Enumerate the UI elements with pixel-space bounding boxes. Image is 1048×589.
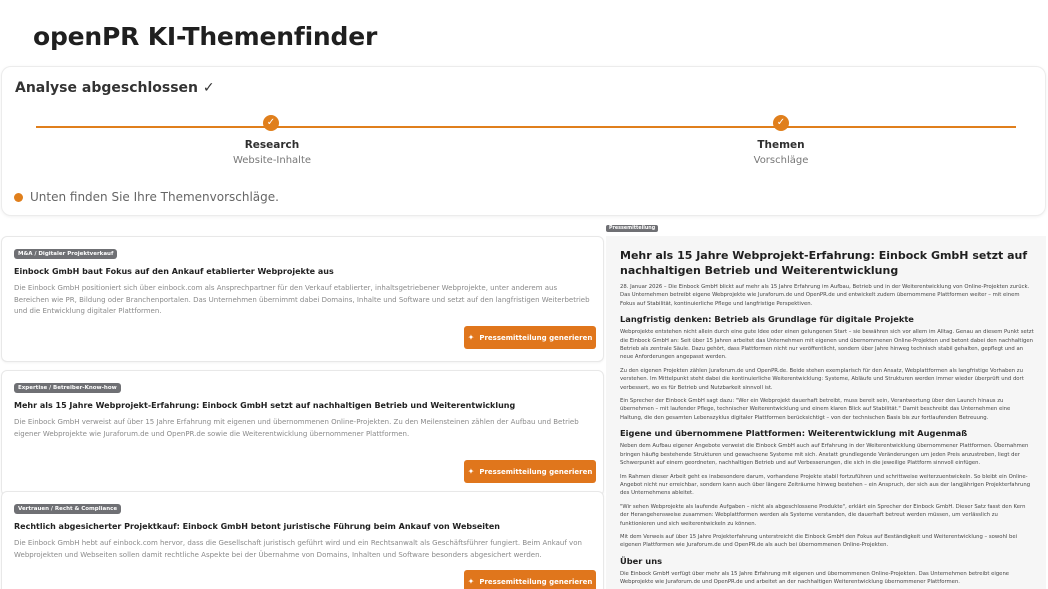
button-label: Pressemitteilung generieren <box>479 467 593 476</box>
sparkle-icon: ✦ <box>467 577 475 586</box>
step-research-sub: Website-Inhalte <box>232 155 312 166</box>
press-paragraph: Ein Sprecher der Einbock GmbH sagt dazu:… <box>620 398 1011 421</box>
press-release-tag: Pressemitteilung <box>606 225 659 232</box>
topic-card-3: Vertrauen / Recht & Compliance Rechtlich… <box>1 491 604 589</box>
topic-headline: Mehr als 15 Jahre Webprojekt-Erfahrung: … <box>14 401 516 410</box>
press-paragraph: Im Rahmen dieser Arbeit geht es insbeson… <box>620 473 1031 497</box>
step-themen-check-icon: ✓ <box>773 115 789 131</box>
app-title: openPR KI-Themenfinder <box>33 22 378 51</box>
press-intro: 28. Januar 2026 – Die Einbock GmbH blick… <box>620 284 1030 307</box>
press-paragraph: Mit dem Verweis auf über 15 Jahre Projek… <box>620 533 1018 549</box>
status-title: Analyse abgeschlossen ✓ <box>15 80 215 96</box>
analysis-status-card: Analyse abgeschlossen ✓ ✓ Research Websi… <box>1 66 1046 216</box>
press-paragraph: Neben dem Aufbau eigener Angebote verwei… <box>620 443 1029 467</box>
topic-tag: M&A / Digitaler Projektverkauf <box>14 249 118 259</box>
sparkle-icon: ✦ <box>467 467 475 476</box>
topic-tag: Vertrauen / Recht & Compliance <box>14 504 122 514</box>
press-paragraph: Die Einbock GmbH verfügt über mehr als 1… <box>620 570 1010 586</box>
sparkle-icon: ✦ <box>467 333 475 342</box>
progress-line <box>36 126 1016 128</box>
press-section-title: Über uns <box>620 555 663 566</box>
generate-press-release-button[interactable]: ✦ Pressemitteilung generieren <box>464 326 596 349</box>
press-paragraph: "Wir sehen Webprojekte als laufende Aufg… <box>620 503 1026 527</box>
topic-description: Die Einbock GmbH hebt auf einbock.com he… <box>14 539 582 559</box>
status-note-text: Unten finden Sie Ihre Themenvorschläge. <box>30 190 279 204</box>
status-note: Unten finden Sie Ihre Themenvorschläge. <box>14 190 279 204</box>
press-release-panel[interactable]: Mehr als 15 Jahre Webprojekt-Erfahrung: … <box>606 236 1046 589</box>
press-paragraph: Zu den eigenen Projekten zählen Juraforu… <box>620 367 1024 391</box>
step-themen-label: Themen <box>757 139 805 151</box>
step-research-check-icon: ✓ <box>263 115 279 131</box>
press-paragraph: Webprojekte entstehen nicht allein durch… <box>620 329 1034 361</box>
topic-headline: Einbock GmbH baut Fokus auf den Ankauf e… <box>14 267 334 276</box>
step-research-label: Research <box>244 139 300 151</box>
topic-description: Die Einbock GmbH positioniert sich über … <box>14 284 590 315</box>
press-section-title: Langfristig denken: Betrieb als Grundlag… <box>620 314 914 325</box>
topic-tag: Expertise / Betreiber-Know-how <box>14 383 121 393</box>
topic-description: Die Einbock GmbH verweist auf über 15 Ja… <box>14 418 579 438</box>
step-themen-sub: Vorschläge <box>753 155 809 166</box>
generate-press-release-button[interactable]: ✦ Pressemitteilung generieren <box>464 570 596 589</box>
topic-card-2: Expertise / Betreiber-Know-how Mehr als … <box>1 370 604 496</box>
generate-press-release-button[interactable]: ✦ Pressemitteilung generieren <box>464 460 596 483</box>
button-label: Pressemitteilung generieren <box>479 333 593 342</box>
button-label: Pressemitteilung generieren <box>479 577 593 586</box>
topic-card-1: M&A / Digitaler Projektverkauf Einbock G… <box>1 236 604 362</box>
status-dot-icon <box>14 192 23 202</box>
press-headline: Mehr als 15 Jahre Webprojekt-Erfahrung: … <box>620 249 1028 277</box>
topic-headline: Rechtlich abgesicherter Projektkauf: Ein… <box>14 522 500 531</box>
press-section-title: Eigene und übernommene Plattformen: Weit… <box>620 428 968 439</box>
